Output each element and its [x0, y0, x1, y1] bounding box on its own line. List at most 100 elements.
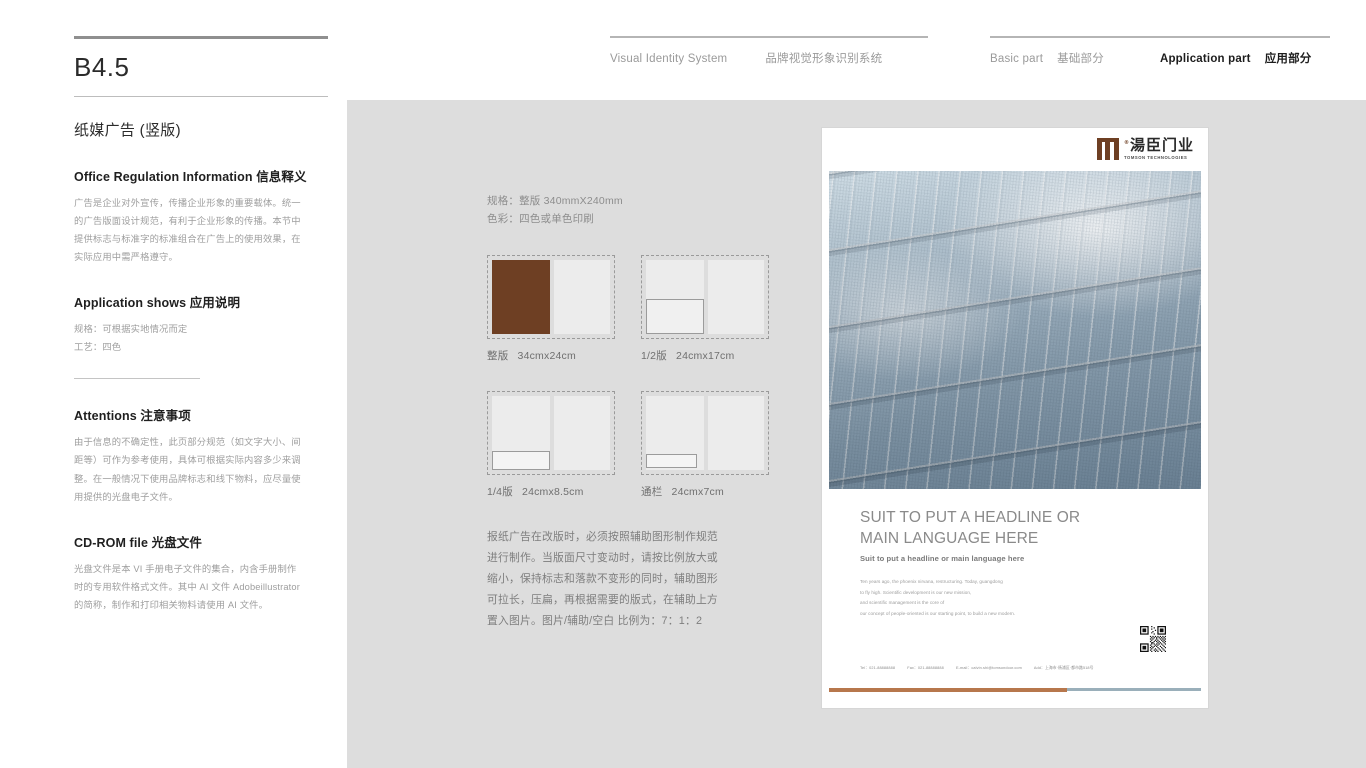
body-line: 时的专用软件格式文件。其中 AI 文件 Adobeillustrator [74, 581, 300, 592]
section-attentions: Attentions 注意事项 由于信息的不确定性，此页部分规范（如文字大小、间… [74, 405, 328, 506]
body-line: 的简称，制作和打印相关物料请使用 AI 文件。 [74, 600, 269, 611]
spec-size: 规格：整版 340mmX240mm [487, 195, 623, 207]
section-heading: CD-ROM file 光盘文件 [74, 532, 328, 551]
section-heading-en: Attentions [74, 409, 137, 424]
body-line: 的广告版面设计规范，有利于企业形象的传播。本节中 [74, 215, 301, 226]
body-line: 整。在一般情况下使用品牌标志和线下物料，应尽量使 [74, 473, 301, 484]
page-code: B4.5 [74, 52, 130, 82]
section-office-regulation: Office Regulation Information 信息释义 广告是企业… [74, 166, 328, 267]
body-line: 用提供的光盘电子文件。 [74, 491, 178, 502]
layout-label: 1/2版 24cmx17cm [641, 348, 769, 363]
section-body: 规格：可根据实地情况而定 工艺：四色 [74, 320, 328, 356]
layout-dim: 24cmx17cm [676, 349, 735, 362]
logo-wordmark: ®湯臣门业 TOMSON TECHNOLOGIES [1124, 138, 1194, 160]
layout-diagram-quarter [487, 390, 615, 475]
section-cd-rom-file: CD-ROM file 光盘文件 光盘文件是本 VI 手册电子文件的集合，内含手… [74, 532, 328, 614]
section-heading-cn: 应用说明 [189, 296, 241, 311]
section-heading: Application shows 应用说明 [74, 292, 328, 311]
section-body: 光盘文件是本 VI 手册电子文件的集合，内含手册制作 时的专用软件格式文件。其中… [74, 560, 328, 614]
section-heading-en: Application shows [74, 296, 187, 311]
headline-line-2: MAIN LANGUAGE HERE [860, 529, 1039, 547]
body-line: 实际应用中需严格遵守。 [74, 251, 178, 262]
section-heading-cn: 光盘文件 [151, 535, 202, 550]
header-rule-right [990, 36, 1330, 38]
layout-dim: 24cmx7cm [671, 485, 724, 498]
section-divider [74, 378, 200, 380]
layout-name: 通栏 [641, 485, 663, 498]
section-heading-en: Office Regulation Information [74, 169, 253, 184]
production-note: 报纸广告在改版时，必须按照辅助图形制作规范 进行制作。当版面尺寸变动时，请按比例… [487, 527, 769, 632]
section-heading-en: CD-ROM file [74, 535, 149, 550]
poster-body-line: our concept of people-oriented is our st… [860, 611, 1016, 617]
layout-label: 整版 34cmx24cm [487, 348, 615, 363]
logo-text-cn: 湯臣门业 [1129, 136, 1194, 154]
center-column: 规格：整版 340mmX240mm 色彩：四色或单色印刷 整版 34cmx24c… [487, 192, 769, 632]
section-heading: Office Regulation Information 信息释义 [74, 166, 328, 185]
qr-code-icon [1140, 626, 1166, 652]
layout-grid: 整版 34cmx24cm 1/2版 24cmx17cm 1/4版 24cmx8.… [487, 254, 769, 499]
body-line: 光盘文件是本 VI 手册电子文件的集合，内含手册制作 [74, 563, 297, 574]
brand-logo: ®湯臣门业 TOMSON TECHNOLOGIES [1096, 138, 1194, 160]
header-parts: Basic part 基础部分 Application part 应用部分 [990, 36, 1330, 66]
layout-cell-quarter[interactable]: 1/4版 24cmx8.5cm [487, 390, 615, 499]
section-body: 广告是企业对外宣传，传播企业形象的重要载体。统一 的广告版面设计规范，有利于企业… [74, 194, 328, 267]
page-root: Visual Identity System 品牌视觉形象识别系统 Basic … [0, 0, 1366, 768]
section-heading: Attentions 注意事项 [74, 405, 328, 424]
poster-body-copy: Ten years ago, the phoenix nirvana, rest… [860, 577, 1160, 620]
layout-name: 1/4版 [487, 485, 513, 498]
layout-diagram-full [487, 254, 615, 339]
note-line: 报纸广告在改版时，必须按照辅助图形制作规范 [487, 530, 718, 543]
poster-accent-bar-brown [829, 688, 1067, 692]
poster-body-line: Ten years ago, the phoenix nirvana, rest… [860, 578, 1003, 584]
poster-subheadline: Suit to put a headline or main language … [860, 553, 1025, 563]
note-line: 可拉长，压扁，再根据需要的版式，在辅助上方 [487, 593, 718, 606]
body-line: 规格：可根据实地情况而定 [74, 324, 188, 335]
layout-name: 1/2版 [641, 349, 667, 362]
title-rule-bottom [74, 95, 328, 97]
body-line: 由于信息的不确定性，此页部分规范（如文字大小、间 [74, 437, 301, 448]
layout-row: 1/4版 24cmx8.5cm 通栏 24cmx7cm [487, 390, 769, 499]
section-body: 由于信息的不确定性，此页部分规范（如文字大小、间 距等）可作为参考使用，具体可根… [74, 433, 328, 506]
poster-contact-line: Tel：021-88888888 Fax：021-88888888 E-mail… [860, 666, 1105, 671]
left-column: B4.5 纸媒广告 (竖版) Office Regulation Informa… [74, 36, 328, 614]
poster-body-line: and scientific management is the core of [860, 600, 945, 606]
body-line: 提供标志与标准字的标准组合在广告上的使用效果，在 [74, 233, 301, 244]
headline-line-1: SUIT TO PUT A HEADLINE OR [860, 509, 1081, 526]
layout-fill-region [646, 454, 697, 469]
header-basic-part-cn[interactable]: 基础部分 [1057, 50, 1104, 66]
poster-body-line: to fly high. Scientific development is o… [860, 589, 972, 595]
header-application-part-en[interactable]: Application part [1160, 53, 1251, 65]
poster-photo-glass-facade [829, 171, 1201, 489]
layout-fill-region [492, 259, 550, 334]
layout-label: 通栏 24cmx7cm [641, 484, 769, 499]
header-application-part-cn[interactable]: 应用部分 [1265, 50, 1312, 66]
header-basic-part-en[interactable]: Basic part [990, 53, 1043, 65]
layout-dim: 24cmx8.5cm [522, 485, 584, 498]
title-rule-top [74, 36, 328, 39]
note-line: 进行制作。当版面尺寸变动时，请按比例放大或 [487, 551, 718, 564]
layout-cell-half[interactable]: 1/2版 24cmx17cm [641, 254, 769, 363]
layout-dim: 34cmx24cm [517, 349, 576, 362]
layout-cell-full[interactable]: 整版 34cmx24cm [487, 254, 615, 363]
header-visual-identity: Visual Identity System 品牌视觉形象识别系统 [610, 36, 928, 66]
note-line: 缩小，保持标志和落款不变形的同时，辅助图形 [487, 572, 718, 585]
note-line: 置入图片。图片/辅助/空白 比例为：7：1：2 [487, 614, 703, 627]
contact-email: E-mail：calvin.shi@tomsondoor.com [956, 666, 1022, 670]
poster-accent-bar-blue [1067, 688, 1201, 691]
layout-cell-banner[interactable]: 通栏 24cmx7cm [641, 390, 769, 499]
body-line: 工艺：四色 [74, 342, 122, 353]
layout-name: 整版 [487, 349, 509, 362]
page-title: 纸媒广告 (竖版) [74, 121, 181, 139]
contact-tel: Tel：021-88888888 [860, 666, 896, 670]
section-heading-cn: 信息释义 [256, 169, 307, 184]
section-heading-cn: 注意事项 [140, 409, 191, 424]
layout-diagram-half [641, 254, 769, 339]
header-visual-identity-cn: 品牌视觉形象识别系统 [765, 53, 883, 65]
header-rule-left [610, 36, 928, 38]
poster-mockup[interactable]: ®湯臣门业 TOMSON TECHNOLOGIES SUIT TO PUT A … [822, 128, 1208, 708]
body-line: 广告是企业对外宣传，传播企业形象的重要载体。统一 [74, 197, 301, 208]
logo-text-en: TOMSON TECHNOLOGIES [1123, 155, 1188, 160]
section-application-shows: Application shows 应用说明 规格：可根据实地情况而定 工艺：四… [74, 292, 328, 380]
body-line: 距等）可作为参考使用，具体可根据实际内容多少来调 [74, 455, 301, 466]
layout-row: 整版 34cmx24cm 1/2版 24cmx17cm [487, 254, 769, 363]
